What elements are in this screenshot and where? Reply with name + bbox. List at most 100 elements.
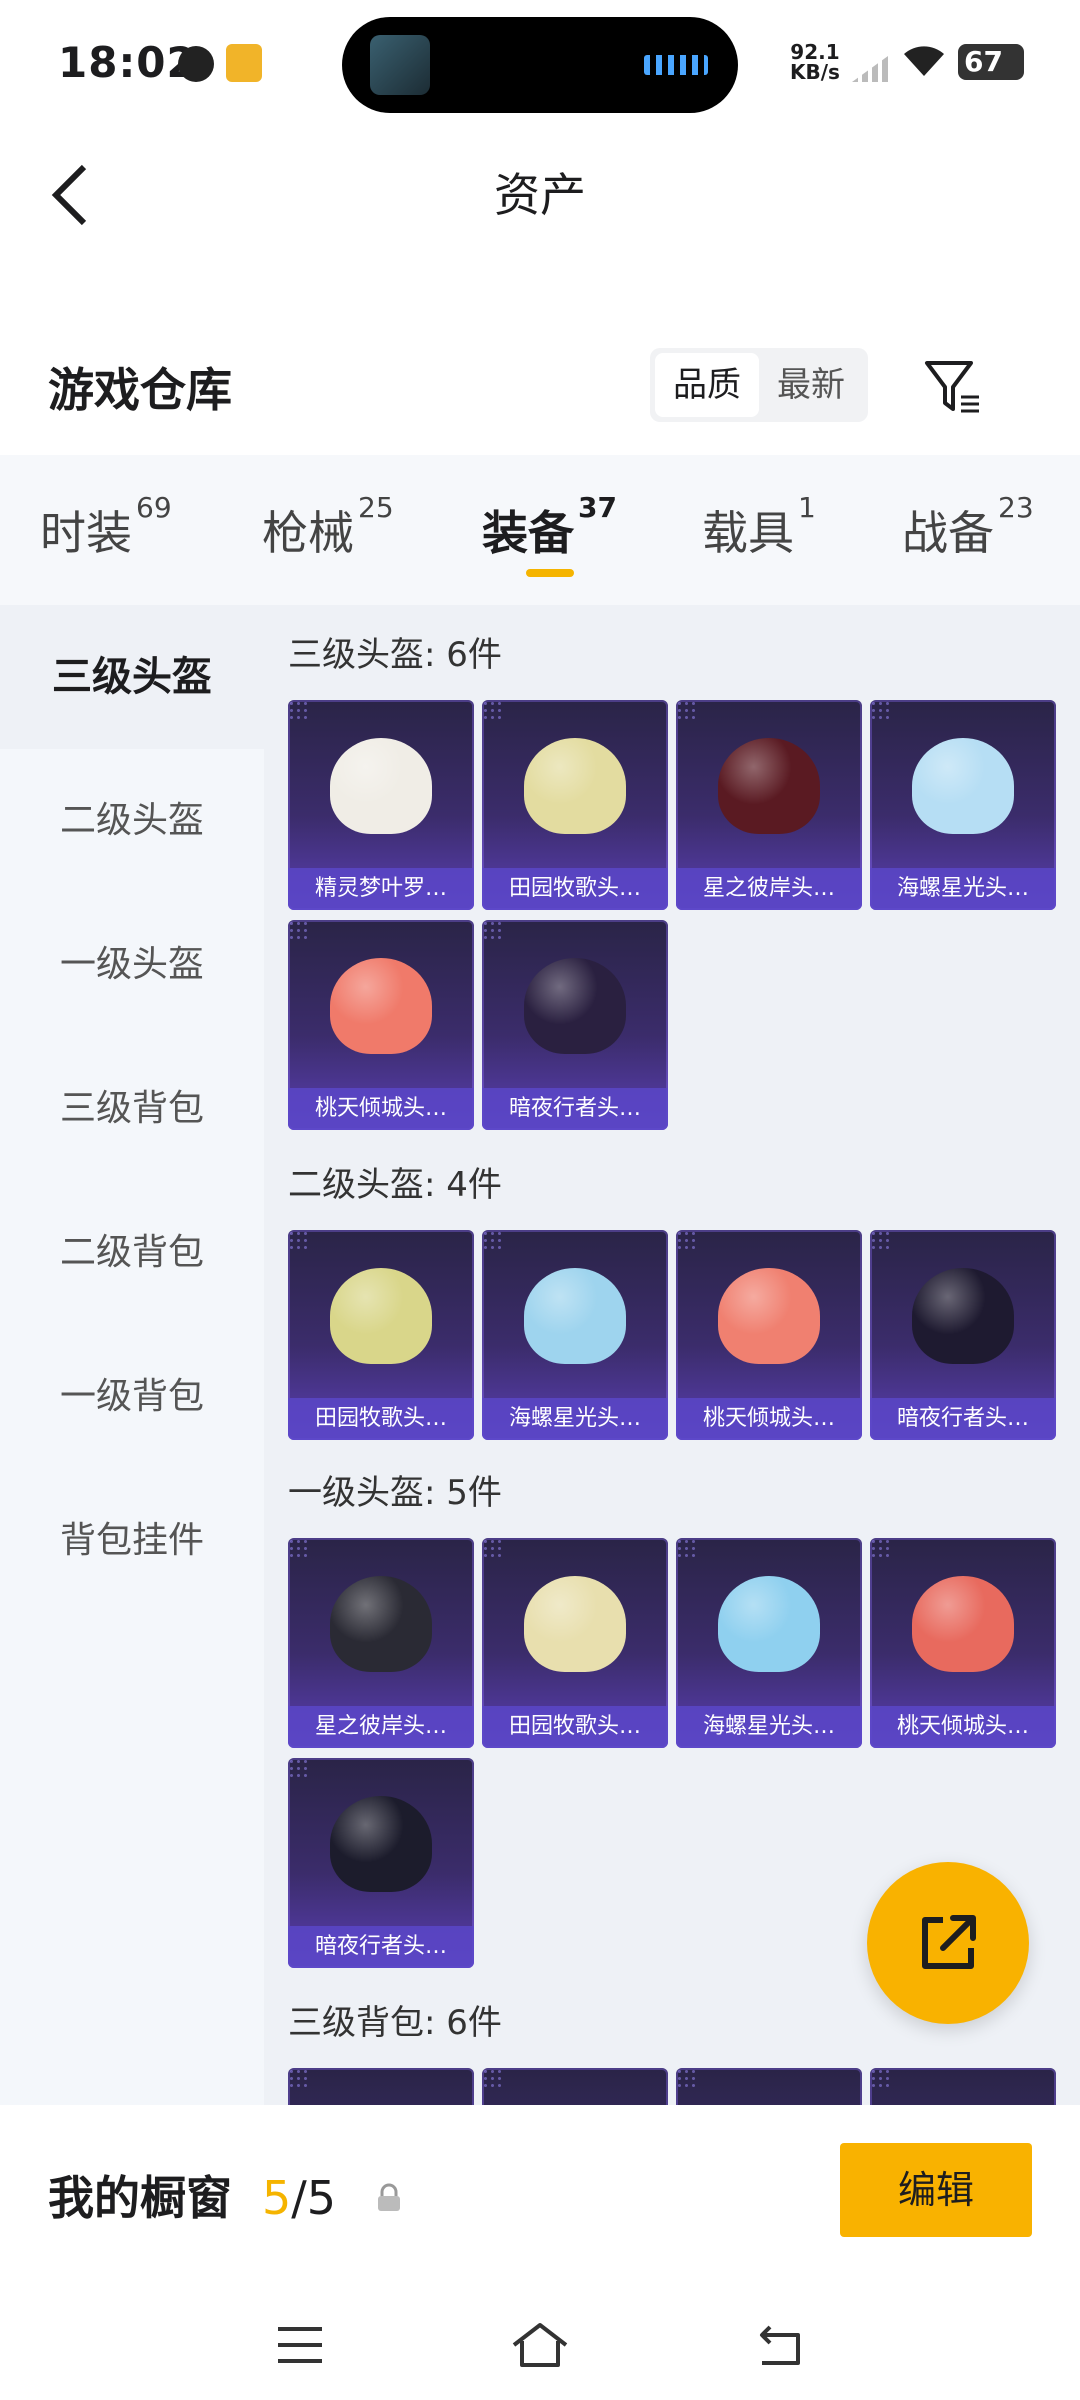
helmet-image-icon [524, 738, 626, 834]
category-tabs: 时装 69 枪械 25 装备 37 载具 1 战备 23 [0, 455, 1080, 605]
subcategory-sidebar: 三级头盔 二级头盔 一级头盔 三级背包 二级背包 一级背包 背包挂件 [0, 605, 264, 2105]
item-card[interactable]: 田园牧歌头… [288, 1230, 474, 1440]
warehouse-title: 游戏仓库 [48, 363, 232, 417]
menu-icon [278, 2327, 322, 2363]
showcase-count: 5/5 [262, 2163, 336, 2233]
tab-equipment-count: 37 [578, 491, 617, 524]
sort-newest-option[interactable]: 最新 [759, 353, 863, 417]
helmet-image-icon [524, 958, 626, 1054]
dynamic-island[interactable] [342, 17, 738, 113]
page-header: 资产 [0, 130, 1080, 260]
tab-vehicles[interactable]: 载具 1 [702, 491, 816, 563]
item-card[interactable]: 精灵梦叶罗… [288, 700, 474, 910]
return-icon [760, 2325, 800, 2365]
helmet-image-icon [718, 1268, 820, 1364]
item-card[interactable]: 田园牧歌头… [482, 1538, 668, 1748]
item-card-label: 精灵梦叶罗… [288, 868, 474, 910]
item-card[interactable]: 星之彼岸头… [676, 700, 862, 910]
item-card[interactable] [676, 2068, 862, 2105]
tab-supplies-count: 23 [998, 491, 1034, 524]
external-link-icon [922, 1915, 976, 1969]
filter-button[interactable] [918, 352, 988, 422]
tab-guns[interactable]: 枪械 25 [262, 491, 394, 563]
active-tab-indicator [526, 569, 574, 577]
sidebar-item-level2-helmet[interactable]: 二级头盔 [0, 749, 264, 893]
sidebar-item-level3-backpack[interactable]: 三级背包 [0, 1037, 264, 1181]
item-card[interactable] [482, 2068, 668, 2105]
menu-button[interactable] [270, 2315, 330, 2375]
home-icon [512, 2323, 568, 2367]
helmet-image-icon [718, 1576, 820, 1672]
item-card[interactable]: 桃天倾城头… [288, 920, 474, 1130]
item-card-label: 星之彼岸头… [676, 868, 862, 910]
item-card[interactable]: 星之彼岸头… [288, 1538, 474, 1748]
item-card[interactable] [288, 2068, 474, 2105]
item-card-label: 海螺星光头… [676, 1706, 862, 1748]
filter-icon [925, 361, 979, 413]
battery-icon: 67 [958, 44, 1024, 80]
share-button[interactable] [867, 1862, 1029, 2024]
group-title: 一级头盔: 5件 [288, 1473, 502, 1513]
item-card[interactable]: 桃天倾城头… [676, 1230, 862, 1440]
helmet-image-icon [912, 1268, 1014, 1364]
showcase-current: 5 [262, 2171, 292, 2225]
tab-fashion-count: 69 [136, 491, 172, 524]
sort-toggle: 品质 最新 [650, 348, 868, 422]
item-card[interactable]: 暗夜行者头… [288, 1758, 474, 1968]
helmet-image-icon [330, 1576, 432, 1672]
tab-fashion[interactable]: 时装 69 [40, 491, 172, 563]
media-thumbnail-icon [370, 35, 430, 95]
system-nav-bar [0, 2295, 1080, 2400]
tab-supplies[interactable]: 战备 23 [902, 491, 1034, 563]
item-card[interactable]: 桃天倾城头… [870, 1538, 1056, 1748]
sort-quality-option[interactable]: 品质 [655, 353, 759, 417]
item-card-label: 暗夜行者头… [482, 1088, 668, 1130]
page-title: 资产 [494, 168, 586, 222]
item-card[interactable]: 海螺星光头… [870, 700, 1056, 910]
tab-equipment[interactable]: 装备 37 [482, 491, 617, 563]
helmet-image-icon [524, 1576, 626, 1672]
item-card[interactable]: 暗夜行者头… [482, 920, 668, 1130]
globe-app-icon [178, 46, 214, 82]
helmet-image-icon [524, 1268, 626, 1364]
edit-button[interactable]: 编辑 [840, 2143, 1032, 2237]
showcase-label: 我的橱窗 [48, 2171, 232, 2225]
item-card[interactable]: 田园牧歌头… [482, 700, 668, 910]
helmet-image-icon [330, 1796, 432, 1892]
item-card-label: 桃天倾城头… [676, 1398, 862, 1440]
item-card-label: 桃天倾城头… [288, 1088, 474, 1130]
item-card-label: 田园牧歌头… [288, 1398, 474, 1440]
network-speed: 92.1 KB/s [790, 42, 840, 82]
item-card[interactable]: 暗夜行者头… [870, 1230, 1056, 1440]
item-card-label: 暗夜行者头… [870, 1398, 1056, 1440]
sidebar-item-level3-helmet[interactable]: 三级头盔 [0, 605, 264, 749]
showcase-bar: 我的橱窗 5/5 编辑 [0, 2105, 1080, 2295]
tab-vehicles-count: 1 [798, 491, 816, 524]
item-card[interactable]: 海螺星光头… [482, 1230, 668, 1440]
sidebar-item-level1-backpack[interactable]: 一级背包 [0, 1325, 264, 1469]
sidebar-item-level2-backpack[interactable]: 二级背包 [0, 1181, 264, 1325]
sidebar-item-level1-helmet[interactable]: 一级头盔 [0, 893, 264, 1037]
back-nav-button[interactable] [750, 2315, 810, 2375]
network-speed-value: 92.1 [790, 40, 840, 64]
audio-wave-icon [644, 55, 708, 75]
group-title: 三级背包: 6件 [288, 2003, 502, 2043]
home-button[interactable] [510, 2315, 570, 2375]
showcase-total: /5 [291, 2171, 337, 2225]
tab-supplies-label: 战备 [902, 506, 994, 560]
item-card[interactable]: 海螺星光头… [676, 1538, 862, 1748]
signal-icon [852, 56, 888, 82]
helmet-image-icon [330, 958, 432, 1054]
group-title: 二级头盔: 4件 [288, 1165, 502, 1205]
tab-fashion-label: 时装 [40, 506, 132, 560]
tab-guns-count: 25 [358, 491, 394, 524]
tab-vehicles-label: 载具 [702, 506, 794, 560]
item-card-label: 桃天倾城头… [870, 1706, 1056, 1748]
lock-icon [378, 2183, 400, 2211]
helmet-image-icon [330, 1268, 432, 1364]
item-card[interactable] [870, 2068, 1056, 2105]
item-card-label: 暗夜行者头… [288, 1926, 474, 1968]
sidebar-item-backpack-charm[interactable]: 背包挂件 [0, 1469, 264, 1613]
status-bar: 18:02 92.1 KB/s 67 [0, 0, 1080, 120]
status-time: 18:02 [58, 38, 197, 87]
